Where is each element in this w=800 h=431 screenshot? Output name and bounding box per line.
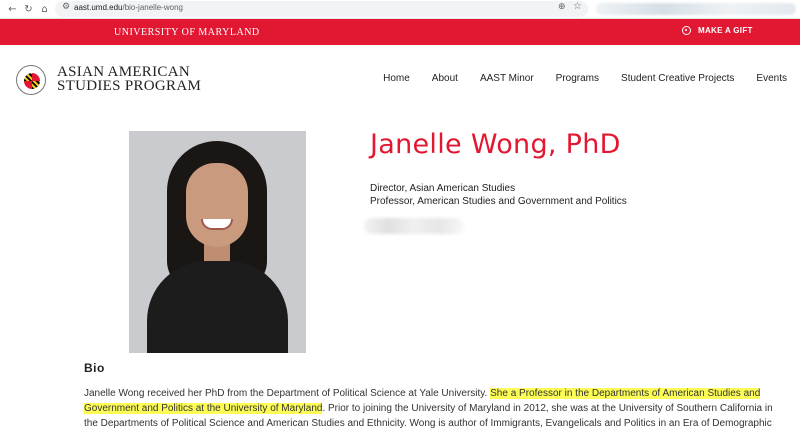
role-professor: Professor, American Studies and Governme…	[370, 196, 627, 207]
redacted-contact-info	[364, 218, 464, 234]
home-icon[interactable]: ⌂	[38, 3, 51, 16]
profile-photo	[129, 131, 306, 353]
reload-icon[interactable]: ↻	[22, 3, 35, 16]
nav-events[interactable]: Events	[756, 73, 787, 84]
role-director: Director, Asian American Studies	[370, 183, 516, 194]
nav-aast-minor[interactable]: AAST Minor	[480, 73, 534, 84]
address-bar[interactable]: ⚙ aast.umd.edu/bio-janelle-wong ⊕ ☆	[55, 1, 588, 17]
gift-icon	[682, 26, 691, 35]
nav-home[interactable]: Home	[383, 73, 410, 84]
bio-text: Janelle Wong received her PhD from the D…	[84, 386, 784, 431]
nav-programs[interactable]: Programs	[556, 73, 599, 84]
program-title-line2: STUDIES PROGRAM	[57, 78, 202, 94]
back-icon[interactable]: ←	[6, 3, 19, 16]
url-text[interactable]: aast.umd.edu/bio-janelle-wong	[74, 3, 183, 12]
umd-seal-logo[interactable]	[16, 65, 46, 95]
main-nav: Home About AAST Minor Programs Student C…	[383, 73, 787, 84]
program-title-line1: ASIAN AMERICAN	[57, 64, 190, 80]
site-header: ASIAN AMERICAN STUDIES PROGRAM Home Abou…	[0, 45, 800, 117]
profile-roles: Director, Asian American Studies Profess…	[370, 182, 627, 208]
make-a-gift-button[interactable]: MAKE A GIFT	[682, 26, 753, 35]
umd-top-bar: UNIVERSITY OF MARYLAND MAKE A GIFT	[0, 19, 800, 45]
university-link[interactable]: UNIVERSITY OF MARYLAND	[114, 27, 260, 38]
nav-student-creative-projects[interactable]: Student Creative Projects	[621, 73, 734, 84]
browser-toolbar: ← ↻ ⌂ ⚙ aast.umd.edu/bio-janelle-wong ⊕ …	[0, 0, 800, 19]
blurred-extensions	[596, 3, 796, 15]
program-title[interactable]: ASIAN AMERICAN STUDIES PROGRAM	[57, 64, 202, 94]
bio-heading: Bio	[84, 361, 105, 375]
profile-name: Janelle Wong, PhD	[370, 129, 621, 160]
bookmark-star-icon[interactable]: ☆	[573, 1, 582, 12]
zoom-icon[interactable]: ⊕	[558, 2, 566, 12]
make-a-gift-label: MAKE A GIFT	[698, 26, 753, 35]
site-info-icon[interactable]: ⚙	[62, 2, 70, 12]
bio-text-part1: Janelle Wong received her PhD from the D…	[84, 388, 491, 399]
nav-about[interactable]: About	[432, 73, 458, 84]
